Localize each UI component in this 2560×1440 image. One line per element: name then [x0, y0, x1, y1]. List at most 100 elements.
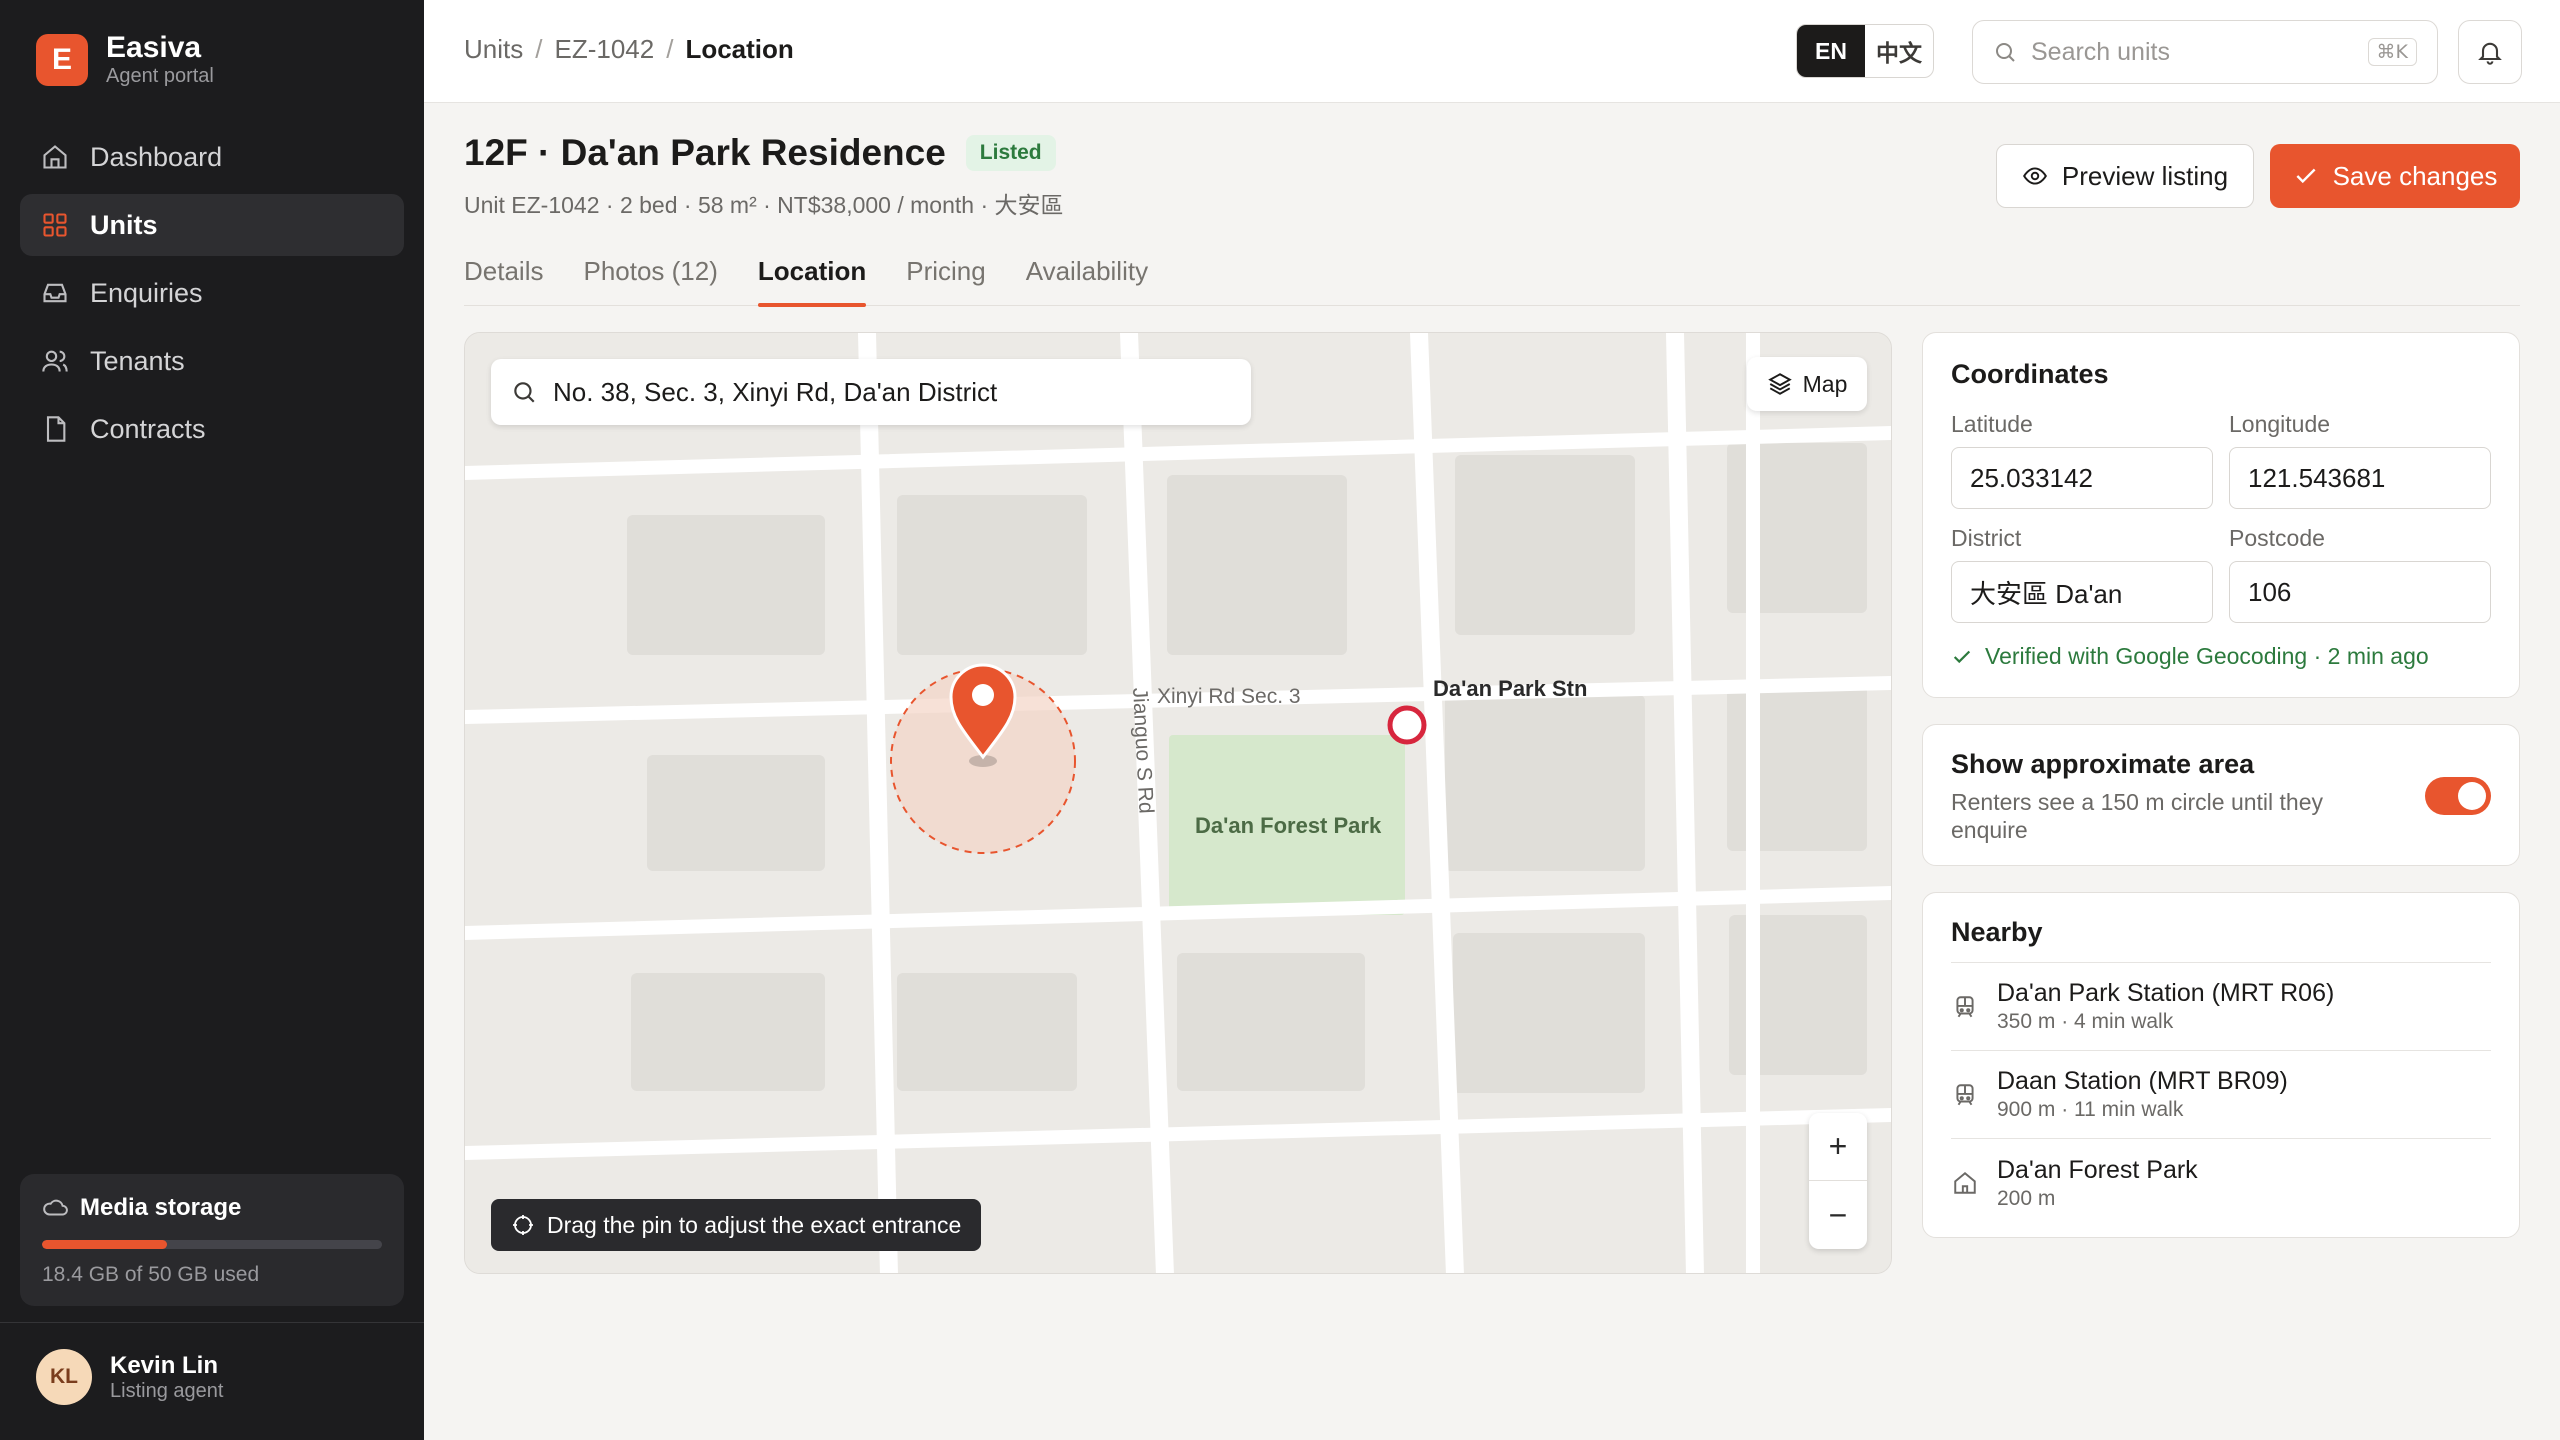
search-input[interactable]: Search units ⌘K	[1972, 20, 2438, 84]
zoom-in-button[interactable]: +	[1809, 1113, 1867, 1181]
longitude-field[interactable]: 121.543681	[2229, 447, 2491, 509]
coordinates-card: Coordinates Latitude 25.033142 Longitude…	[1922, 332, 2520, 698]
breadcrumb-unit[interactable]: EZ-1042	[554, 34, 654, 65]
nearby-list: Da'an Park Station (MRT R06) 350 m · 4 m…	[1951, 962, 2491, 1227]
park-label: Da'an Forest Park	[1195, 813, 1382, 838]
nearby-title: Nearby	[1951, 917, 2043, 947]
map-hint: Drag the pin to adjust the exact entranc…	[491, 1199, 982, 1251]
nearby-name: Daan Station (MRT BR09)	[1997, 1067, 2288, 1095]
nearby-name: Da'an Park Station (MRT R06)	[1997, 979, 2335, 1007]
nearby-meta: 900 m · 11 min walk	[1997, 1098, 2184, 1121]
location-map[interactable]: Jianguo S Rd Xinyi Rd Sec. 3 Da'an Fores…	[464, 332, 1892, 1274]
nearby-card: Nearby Da'an Park Station (MRT R06) 350 …	[1922, 892, 2520, 1238]
park-icon	[1951, 1170, 1979, 1196]
preview-listing-button[interactable]: Preview listing	[1996, 144, 2254, 208]
sidebar-item-label: Tenants	[90, 345, 185, 376]
storage-progress-fill	[42, 1240, 168, 1249]
latitude-field[interactable]: 25.033142	[1951, 447, 2213, 509]
avatar: KL	[36, 1349, 92, 1405]
sidebar-item-label: Dashboard	[90, 141, 223, 172]
preview-listing-label: Preview listing	[2061, 160, 2229, 191]
bell-icon	[2478, 42, 2502, 65]
zoom-controls: + −	[1809, 1113, 1867, 1249]
storage-progress	[42, 1240, 382, 1249]
breadcrumb-separator: /	[666, 34, 674, 64]
storage-title: Media storage	[80, 1194, 242, 1221]
address-search-input[interactable]: No. 38, Sec. 3, Xinyi Rd, Da'an District	[491, 359, 1251, 425]
tab-location[interactable]: Location	[757, 250, 867, 307]
zoom-out-button[interactable]: −	[1809, 1181, 1867, 1249]
brand-subtitle: Agent portal	[106, 65, 214, 87]
nearby-name: Da'an Forest Park	[1997, 1155, 2198, 1184]
home-icon	[40, 142, 70, 172]
lang-en-button[interactable]: EN	[1797, 25, 1865, 77]
geocode-verified: Verified with Google Geocoding · 2 min a…	[1951, 643, 2429, 670]
inbox-icon	[40, 278, 70, 308]
sidebar-item-dashboard[interactable]: Dashboard	[20, 126, 404, 188]
brand[interactable]: E Easiva Agent portal	[36, 32, 214, 88]
users-icon	[40, 346, 70, 376]
address-value: No. 38, Sec. 3, Xinyi Rd, Da'an District	[553, 376, 998, 407]
approximate-area-title: Show approximate area	[1951, 749, 2255, 779]
map-canvas[interactable]	[465, 333, 1892, 1274]
check-icon	[1953, 650, 1971, 663]
save-changes-label: Save changes	[2332, 160, 2498, 191]
breadcrumb-units[interactable]: Units	[464, 34, 523, 65]
sidebar-item-tenants[interactable]: Tenants	[20, 330, 404, 392]
sidebar-item-label: Enquiries	[90, 277, 203, 308]
language-switcher: EN 中文	[1796, 24, 1934, 78]
latitude-label: Latitude	[1951, 411, 2033, 437]
postcode-label: Postcode	[2229, 525, 2325, 551]
lang-zh-button[interactable]: 中文	[1865, 25, 1933, 77]
top-bar: Units / EZ-1042 / Location EN 中文 Search …	[424, 0, 2560, 103]
nearby-meta: 200 m	[1997, 1186, 2056, 1210]
user-profile[interactable]: KL Kevin Lin Listing agent	[0, 1322, 424, 1431]
status-badge: Listed	[965, 135, 1056, 171]
map-layer-button[interactable]: Map	[1747, 357, 1867, 411]
unit-summary: Unit EZ-1042 · 2 bed · 58 m² · NT$38,000…	[464, 192, 1064, 218]
train-icon	[1951, 1082, 1979, 1108]
search-icon	[1996, 43, 2015, 62]
sidebar-item-contracts[interactable]: Contracts	[20, 398, 404, 460]
eye-icon	[2022, 167, 2047, 185]
cloud-icon	[43, 1199, 68, 1216]
search-placeholder: Search units	[2031, 37, 2170, 66]
coordinates-title: Coordinates	[1951, 359, 2109, 389]
brand-name: Easiva	[106, 31, 202, 64]
tab-photos[interactable]: Photos (12)	[583, 250, 717, 306]
file-icon	[40, 414, 70, 444]
storage-usage: 18.4 GB of 50 GB used	[42, 1263, 260, 1286]
approximate-area-toggle[interactable]	[2425, 777, 2491, 815]
save-changes-button[interactable]: Save changes	[2270, 144, 2520, 208]
crosshair-icon	[513, 1215, 533, 1235]
check-icon	[2296, 168, 2316, 184]
list-item[interactable]: Daan Station (MRT BR09) 900 m · 11 min w…	[1951, 1051, 2491, 1139]
brand-logo: E	[36, 34, 88, 86]
sidebar-item-enquiries[interactable]: Enquiries	[20, 262, 404, 324]
postcode-field[interactable]: 106	[2229, 561, 2491, 623]
district-field[interactable]: 大安區 Da'an	[1951, 561, 2213, 623]
list-item[interactable]: Da'an Park Station (MRT R06) 350 m · 4 m…	[1951, 963, 2491, 1051]
page-title: 12F · Da'an Park Residence	[464, 132, 946, 173]
search-icon	[514, 382, 535, 403]
tab-details[interactable]: Details	[464, 250, 543, 306]
breadcrumb: Units / EZ-1042 / Location	[464, 34, 794, 65]
user-role: Listing agent	[110, 1379, 224, 1402]
tab-pricing[interactable]: Pricing	[906, 250, 985, 306]
breadcrumb-current: Location	[685, 34, 794, 64]
grid-icon	[40, 210, 70, 240]
layers-icon	[1767, 373, 1792, 395]
list-item[interactable]: Da'an Forest Park 200 m	[1951, 1139, 2491, 1227]
user-name: Kevin Lin	[110, 1351, 219, 1379]
geocode-verified-text: Verified with Google Geocoding · 2 min a…	[1985, 643, 2429, 669]
approximate-area-card: Show approximate area Renters see a 150 …	[1922, 724, 2520, 866]
map-hint-text: Drag the pin to adjust the exact entranc…	[547, 1211, 962, 1238]
sidebar-item-units[interactable]: Units	[20, 194, 404, 256]
tab-availability[interactable]: Availability	[1026, 250, 1148, 306]
sidebar: E Easiva Agent portal Dashboard Units En…	[0, 0, 424, 1440]
map-layer-label: Map	[1802, 370, 1848, 397]
approximate-area-description: Renters see a 150 m circle until they en…	[1951, 789, 2324, 843]
sidebar-item-label: Units	[90, 209, 158, 240]
notifications-button[interactable]	[2458, 20, 2522, 84]
media-storage-card[interactable]: Media storage 18.4 GB of 50 GB used	[20, 1174, 404, 1306]
